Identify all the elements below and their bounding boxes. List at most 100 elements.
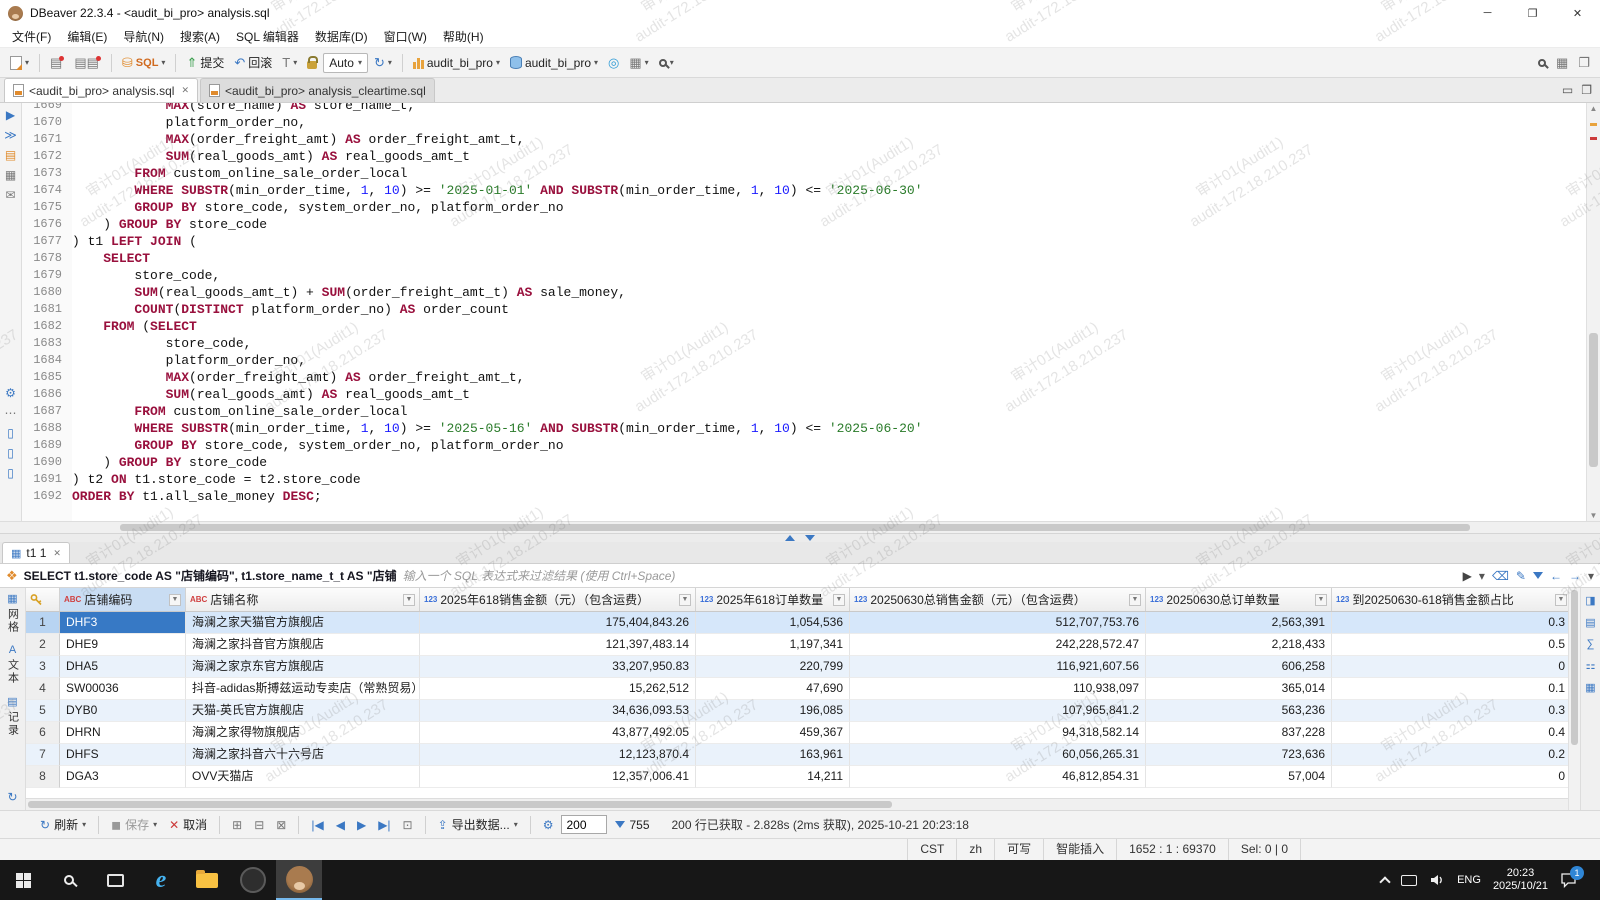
- save-button[interactable]: ▤: [46, 54, 68, 71]
- cell[interactable]: 0.1: [1332, 678, 1568, 700]
- cell[interactable]: 60,056,265.31: [850, 744, 1146, 766]
- cell[interactable]: 365,014: [1146, 678, 1332, 700]
- restore-panels-button[interactable]: ❐: [1574, 54, 1594, 71]
- menu-item-3[interactable]: 搜索(A): [172, 26, 228, 48]
- execute-statement-icon[interactable]: ▶: [6, 109, 15, 121]
- menu-item-2[interactable]: 导航(N): [115, 26, 172, 48]
- chevron-down-icon[interactable]: ▾: [1479, 569, 1485, 583]
- ie-button[interactable]: e: [138, 860, 184, 900]
- cell[interactable]: DHFS: [60, 744, 186, 766]
- sql-mode-button[interactable]: ⛁SQL▾: [118, 54, 170, 71]
- row-number[interactable]: 1: [26, 612, 60, 634]
- filter-input[interactable]: 输入一个 SQL 表达式来过滤结果 (使用 Ctrl+Space): [403, 567, 1457, 584]
- row-number[interactable]: 8: [26, 766, 60, 788]
- cell[interactable]: 512,707,753.76: [850, 612, 1146, 634]
- menu-item-0[interactable]: 文件(F): [4, 26, 59, 48]
- code-line[interactable]: ORDER BY t1.all_sale_money DESC;: [72, 488, 322, 505]
- scroll-down-icon[interactable]: ▼: [1587, 511, 1600, 520]
- cell[interactable]: 12,357,006.41: [420, 766, 696, 788]
- fetch-size-input[interactable]: [561, 815, 607, 834]
- cell[interactable]: 海澜之家抖音官方旗舰店: [186, 634, 420, 656]
- close-button[interactable]: ✕: [1555, 0, 1600, 26]
- refresh-icon[interactable]: ↻: [7, 790, 17, 804]
- scroll-thumb[interactable]: [28, 801, 892, 808]
- column-header-5[interactable]: 12320250630总销售金额（元）（包含运费）▼: [850, 588, 1146, 611]
- grid-settings-button[interactable]: ⚙: [539, 816, 558, 834]
- cell[interactable]: DHRN: [60, 722, 186, 744]
- filter-arrow-icon[interactable]: ▼: [169, 594, 181, 606]
- code-line[interactable]: FROM custom_online_sale_order_local: [72, 165, 407, 182]
- cell[interactable]: 抖音-adidas斯搏兹运动专卖店（常熟贸易）: [186, 678, 420, 700]
- task-view-button[interactable]: [92, 860, 138, 900]
- duplicate-row-button[interactable]: ⊟: [250, 816, 268, 834]
- code-line[interactable]: MAX(store_name) AS store_name_t,: [72, 103, 415, 114]
- cell[interactable]: 海澜之家得物旗舰店: [186, 722, 420, 744]
- cell[interactable]: 163,961: [696, 744, 850, 766]
- start-button[interactable]: [0, 860, 46, 900]
- code-line[interactable]: SUM(real_goods_amt) AS real_goods_amt_t: [72, 148, 470, 165]
- cell[interactable]: 14,211: [696, 766, 850, 788]
- code-line[interactable]: store_code,: [72, 267, 220, 284]
- filter-arrow-icon[interactable]: ▼: [1129, 594, 1141, 606]
- cell[interactable]: DHF3: [60, 612, 186, 634]
- cell[interactable]: 12,123,870.4: [420, 744, 696, 766]
- chevron-down-icon[interactable]: ▾: [1588, 569, 1594, 583]
- view-text-tab[interactable]: A文本: [5, 644, 21, 685]
- code-line[interactable]: SUM(real_goods_amt) AS real_goods_amt_t: [72, 386, 470, 403]
- transaction-log-button[interactable]: T▾: [278, 54, 301, 71]
- code-line[interactable]: ) t2 ON t1.store_code = t2.store_code: [72, 471, 361, 488]
- editor-vertical-scrollbar[interactable]: ▲ ▼: [1586, 103, 1600, 521]
- value-viewer-panel-icon[interactable]: ◨: [1585, 594, 1595, 607]
- filter-arrow-icon[interactable]: ▼: [1555, 594, 1567, 606]
- rollback-button[interactable]: ↶回滚: [230, 52, 276, 73]
- more-icon[interactable]: ⋯: [5, 407, 17, 419]
- cell[interactable]: 天猫-英氏官方旗舰店: [186, 700, 420, 722]
- table-row[interactable]: 5DYB0天猫-英氏官方旗舰店34,636,093.53196,085107,9…: [26, 700, 1568, 722]
- tab-close-icon[interactable]: ✕: [53, 548, 61, 559]
- column-header-2[interactable]: ABC店铺名称▼: [186, 588, 420, 611]
- new-sql-script-button[interactable]: ▾: [6, 54, 33, 72]
- first-page-button[interactable]: |◀: [307, 816, 327, 834]
- explain-plan-icon[interactable]: ▤: [5, 149, 16, 161]
- table-row[interactable]: 1DHF3海澜之家天猫官方旗舰店175,404,843.261,054,5365…: [26, 612, 1568, 634]
- cell[interactable]: 107,965,841.2: [850, 700, 1146, 722]
- editor-tab-0[interactable]: <audit_bi_pro> analysis.sql✕: [4, 78, 198, 102]
- menu-item-5[interactable]: 数据库(D): [307, 26, 376, 48]
- cell[interactable]: 0.2: [1332, 744, 1568, 766]
- cell[interactable]: 563,236: [1146, 700, 1332, 722]
- code-line[interactable]: GROUP BY store_code, system_order_no, pl…: [72, 437, 564, 454]
- grid-vertical-scrollbar[interactable]: [1568, 588, 1580, 810]
- history-back-icon[interactable]: ←: [1550, 569, 1562, 583]
- language-indicator[interactable]: ENG: [1457, 874, 1481, 886]
- perspective-button[interactable]: ▦: [1552, 54, 1572, 71]
- log-doc-icon[interactable]: ▯: [7, 447, 14, 459]
- cell[interactable]: 34,636,093.53: [420, 700, 696, 722]
- cell[interactable]: 46,812,854.31: [850, 766, 1146, 788]
- file-explorer-button[interactable]: [184, 860, 230, 900]
- edit-filter-icon[interactable]: ✎: [1516, 569, 1526, 583]
- code-line[interactable]: ) GROUP BY store_code: [72, 454, 267, 471]
- code-line[interactable]: platform_order_no,: [72, 114, 306, 131]
- cell[interactable]: OVV天猫店: [186, 766, 420, 788]
- save-all-button[interactable]: ▤▤: [70, 54, 105, 71]
- cell[interactable]: 海澜之家天猫官方旗舰店: [186, 612, 420, 634]
- filter-query-text[interactable]: SELECT t1.store_code AS "店铺编码", t1.store…: [24, 567, 397, 584]
- results-tab[interactable]: ▦ t1 1 ✕: [2, 542, 70, 563]
- editor-horizontal-scrollbar[interactable]: [0, 521, 1600, 533]
- cell[interactable]: DGA3: [60, 766, 186, 788]
- row-number[interactable]: 4: [26, 678, 60, 700]
- dbeaver-taskbar-button[interactable]: [276, 860, 322, 900]
- cell[interactable]: 220,799: [696, 656, 850, 678]
- calc-panel-icon[interactable]: ▦: [1585, 681, 1595, 694]
- scroll-up-icon[interactable]: ▲: [1587, 104, 1600, 113]
- code-line[interactable]: FROM (SELECT: [72, 318, 197, 335]
- code-line[interactable]: MAX(order_freight_amt) AS order_freight_…: [72, 131, 525, 148]
- menu-item-7[interactable]: 帮助(H): [435, 26, 492, 48]
- clear-filter-icon[interactable]: ⌫: [1492, 569, 1509, 583]
- quick-search-button[interactable]: [1534, 57, 1550, 69]
- filter-arrow-icon[interactable]: ▼: [833, 594, 845, 606]
- row-number[interactable]: 5: [26, 700, 60, 722]
- row-number-header[interactable]: [26, 588, 60, 611]
- aggregate-panel-icon[interactable]: ∑: [1587, 638, 1595, 650]
- cell[interactable]: 33,207,950.83: [420, 656, 696, 678]
